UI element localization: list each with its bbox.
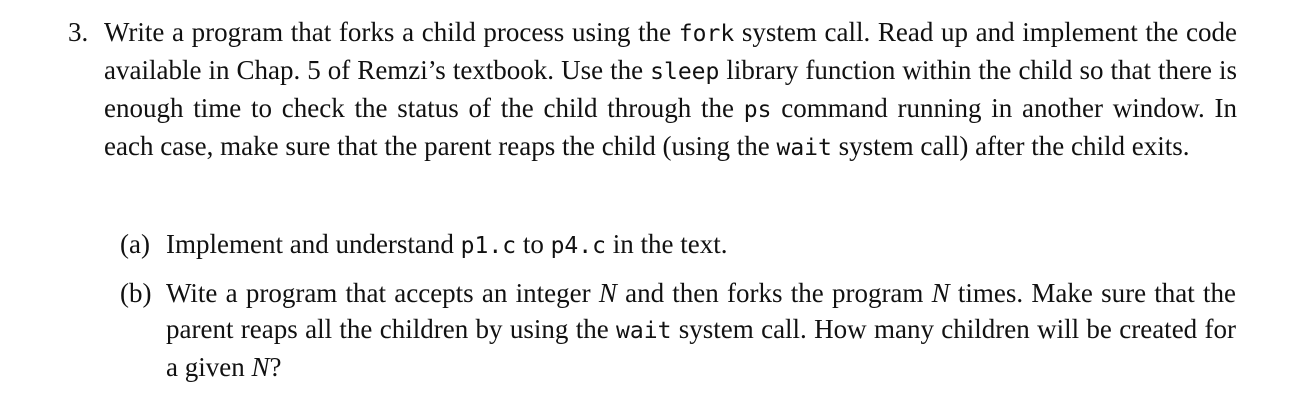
subquestion-text-segment: and then forks the program: [616, 278, 932, 308]
subquestion-label: (b): [120, 278, 152, 308]
math-variable-n: N: [931, 278, 950, 308]
code-wait: wait: [616, 318, 672, 344]
assignment-document: 3. Write a program that forks a child pr…: [0, 0, 1301, 401]
subquestion-text-segment: ?: [269, 352, 282, 382]
code-wait: wait: [776, 135, 832, 161]
code-p1-c: p1.c: [460, 233, 517, 259]
subquestion-text-segment: to: [516, 229, 551, 259]
subquestion-label: (a): [120, 229, 150, 259]
question-text-segment: Write a program that forks a child proce…: [104, 17, 679, 47]
code-ps: ps: [743, 97, 772, 123]
code-sleep: sleep: [650, 59, 720, 85]
question-number: 3.: [68, 17, 89, 47]
code-p4-c: p4.c: [550, 233, 606, 259]
math-variable-n: N: [251, 352, 270, 382]
question-text: Write a program that forks a child proce…: [104, 14, 1237, 166]
subquestion-text: Implement and understand p1.c to p4.c in…: [166, 226, 1236, 264]
question-text-segment: system call) after the child exits.: [831, 131, 1190, 161]
code-fork: fork: [678, 21, 735, 47]
subquestion-text: Wite a program that accepts an integer N…: [166, 275, 1236, 385]
subquestion-text-segment: Wite a program that accepts an integer: [166, 278, 599, 308]
subquestion-text-segment: Implement and understand: [166, 229, 461, 259]
math-variable-n: N: [598, 278, 617, 308]
subquestion-text-segment: in the text.: [605, 229, 728, 259]
